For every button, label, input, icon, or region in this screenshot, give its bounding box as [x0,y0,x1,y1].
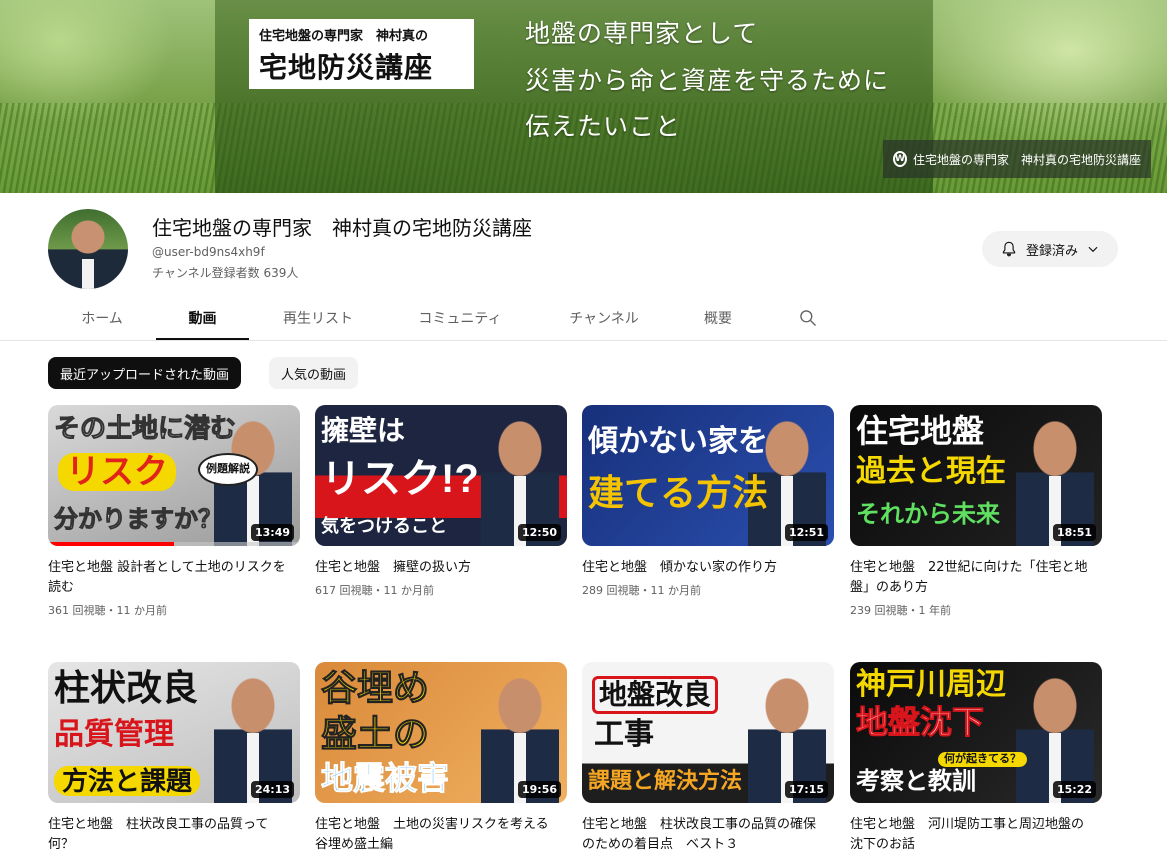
video-thumbnail[interactable]: その土地に潜む リスク 例題解説 分かりますか？ 13:49 [48,405,300,546]
video-card[interactable]: 地盤改良 工事 課題と解決方法 17:15 住宅と地盤 柱状改良工事の品質の確保… [582,662,834,855]
channel-name: 住宅地盤の専門家 神村真の宅地防災講座 [152,216,532,240]
thumbnail-text: 方法と課題 [54,766,201,796]
thumbnail-text: 住宅地盤 [856,413,985,449]
video-duration: 12:50 [517,524,561,541]
thumbnail-text: 傾かない家を [588,425,768,458]
bell-icon [1002,241,1016,257]
video-thumbnail[interactable]: 柱状改良 品質管理 方法と課題 24:13 [48,662,300,803]
banner-website-link[interactable]: W 住宅地盤の専門家 神村真の宅地防災講座 [883,140,1151,178]
video-card[interactable]: 神戸川周辺 地盤沈下 何が起きてる？ 考察と教訓 15:22 住宅と地盤 河川堤… [850,662,1102,855]
video-meta: 361 回視聴・11 か月前 [48,604,167,617]
thumbnail-text: リスク!? [321,457,479,501]
video-card[interactable]: 擁壁は リスク!? 気をつけること 12:50 住宅と地盤 擁壁の扱い方 617… [315,405,567,598]
video-duration: 12:51 [784,524,828,541]
banner-tagline-1: 地盤の専門家として [525,19,759,48]
subscribed-label: 登録済み [1025,243,1078,259]
thumbnail-text: 地盤沈下 [855,704,985,740]
banner-tagline-2: 災害から命と資産を守るために [525,66,890,95]
thumbnail-text: 柱状改良 [54,667,199,708]
banner-logo-small-text: 住宅地盤の専門家 神村真の [259,28,429,43]
thumbnail-text: その土地に潜む [53,413,237,443]
thumbnail-text: 地盤改良 [592,676,719,714]
thumbnail-text: 気をつけること [321,516,447,536]
watch-progress-track [48,542,300,546]
thumbnail-text: 品質管理 [54,718,174,751]
video-title[interactable]: 住宅と地盤 擁壁の扱い方 [315,558,555,578]
thumbnail-badge: 何が起きてる？ [938,752,1027,767]
video-duration: 18:51 [1052,524,1096,541]
tab-channels[interactable]: チャンネル [533,296,675,339]
video-card[interactable]: 傾かない家を 建てる方法 12:51 住宅と地盤 傾かない家の作り方 289 回… [582,405,834,598]
video-meta: 289 回視聴・11 か月前 [582,584,701,597]
thumbnail-text: 過去と現在 [856,455,1006,488]
tab-about[interactable]: 概要 [675,296,761,339]
banner-logo-big-text: 宅地防災講座 [259,52,434,83]
video-duration: 19:56 [517,781,561,798]
video-card[interactable]: 住宅地盤 過去と現在 それから未来 18:51 住宅と地盤 22世紀に向けた「住… [850,405,1102,618]
channel-banner: 住宅地盤の専門家 神村真の 宅地防災講座 地盤の専門家として 災害から命と資産を… [0,0,1167,193]
subscriber-count: チャンネル登録者数 639人 [152,266,299,280]
thumbnail-text: 盛土の [320,713,430,754]
thumbnail-text: 神戸川周辺 [856,668,1006,701]
thumbnail-text: 課題と解決方法 [588,768,743,793]
thumbnail-text: 工事 [594,718,654,751]
subscribed-button[interactable]: 登録済み [982,231,1118,267]
banner-tagline-3: 伝えたいこと [525,112,682,141]
video-title[interactable]: 住宅と地盤 河川堤防工事と周辺地盤の沈下のお話 [850,815,1090,855]
video-meta: 239 回視聴・1 年前 [850,604,951,617]
video-card[interactable]: その土地に潜む リスク 例題解説 分かりますか？ 13:49 住宅と地盤 設計者… [48,405,300,618]
banner-link-label: 住宅地盤の専門家 神村真の宅地防災講座 [912,152,1141,167]
tab-community[interactable]: コミュニティ [387,296,533,339]
chip-popular[interactable]: 人気の動画 [269,357,359,389]
channel-handle: @user-bd9ns4xh9f [152,245,265,259]
thumbnail-text: リスク [58,453,176,491]
video-duration: 17:15 [784,781,828,798]
video-thumbnail[interactable]: 谷埋め 盛土の 地震被害 19:56 [315,662,567,803]
tab-videos[interactable]: 動画 [156,296,249,339]
wordpress-icon: W [893,151,907,167]
video-thumbnail[interactable]: 傾かない家を 建てる方法 12:51 [582,405,834,546]
thumbnail-text: 建てる方法 [588,472,769,513]
video-card[interactable]: 柱状改良 品質管理 方法と課題 24:13 住宅と地盤 柱状改良工事の品質って何… [48,662,300,855]
video-title[interactable]: 住宅と地盤 柱状改良工事の品質って何？ [48,815,288,855]
tab-playlists[interactable]: 再生リスト [249,296,387,339]
video-title[interactable]: 住宅と地盤 22世紀に向けた「住宅と地盤」のあり方 [850,558,1090,598]
video-thumbnail[interactable]: 擁壁は リスク!? 気をつけること 12:50 [315,405,567,546]
tab-search[interactable] [788,296,828,339]
video-thumbnail[interactable]: 神戸川周辺 地盤沈下 何が起きてる？ 考察と教訓 15:22 [850,662,1102,803]
chevron-down-icon [1088,246,1098,253]
thumbnail-text: 擁壁は [321,415,406,446]
video-title[interactable]: 住宅と地盤 土地の災害リスクを考える 谷埋め盛土編 [315,815,562,855]
tab-home[interactable]: ホーム [48,296,156,339]
thumbnail-text: 地震被害 [320,760,450,796]
video-duration: 24:13 [250,781,294,798]
video-title[interactable]: 住宅と地盤 柱状改良工事の品質の確保のための着目点 ベスト３ [582,815,822,855]
tabs-divider [0,340,1167,341]
search-icon [800,309,816,326]
banner-logo: 住宅地盤の専門家 神村真の 宅地防災講座 [249,19,474,89]
thumbnail-text: 谷埋め [320,667,430,708]
watch-progress-fill [48,542,174,546]
video-thumbnail[interactable]: 住宅地盤 過去と現在 それから未来 18:51 [850,405,1102,546]
thumbnail-text: 分かりますか？ [54,506,223,533]
video-title[interactable]: 住宅と地盤 傾かない家の作り方 [582,558,822,578]
thumbnail-text: 考察と教訓 [856,768,976,795]
chip-recent[interactable]: 最近アップロードされた動画 [48,357,242,389]
video-card[interactable]: 谷埋め 盛土の 地震被害 19:56 住宅と地盤 土地の災害リスクを考える 谷埋… [315,662,567,855]
thumbnail-badge: 例題解説 [198,453,258,486]
video-duration: 13:49 [250,524,294,541]
video-thumbnail[interactable]: 地盤改良 工事 課題と解決方法 17:15 [582,662,834,803]
video-duration: 15:22 [1052,781,1096,798]
channel-avatar[interactable] [48,209,128,289]
thumbnail-text: それから未来 [856,501,1000,528]
video-title[interactable]: 住宅と地盤 設計者として土地のリスクを読む [48,558,288,598]
video-meta: 617 回視聴・11 か月前 [315,584,434,597]
